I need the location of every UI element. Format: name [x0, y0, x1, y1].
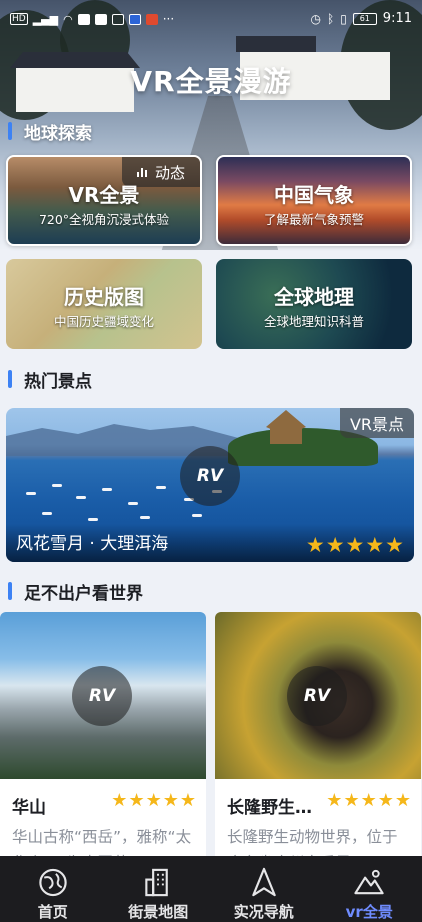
spot-name: 风花雪月 · 大理洱海 — [16, 534, 169, 554]
card-subtitle: 中国历史疆域变化 — [53, 314, 154, 329]
section-header-explore: 地球探索 — [0, 118, 92, 144]
star-icon: ★ — [162, 790, 179, 811]
section-header-hot: 热门景点 — [0, 366, 92, 392]
card-china-weather[interactable]: 中国气象 了解最新气象预警 — [216, 155, 412, 246]
section-title: 热门景点 — [24, 371, 92, 392]
bluetooth-icon: ᛒ — [326, 11, 335, 26]
featured-spot-card[interactable]: VR景点 RV 风花雪月 · 大理洱海 ★ ★ ★ ★ ★ — [6, 408, 414, 562]
star-icon: ★ — [145, 790, 162, 811]
mountain-icon — [354, 869, 384, 895]
star-icon: ★ — [325, 533, 345, 557]
page-title: VR全景漫游 — [130, 65, 292, 98]
vibrate-icon: ▯ — [340, 11, 347, 26]
section-title: 地球探索 — [24, 123, 92, 144]
star-icon: ★ — [365, 533, 385, 557]
destination-card-huashan[interactable]: RV 华山 ★ ★ ★ ★ ★ 华山古称“西岳”，雅称“太华山”，为中国著 — [0, 612, 206, 874]
star-icon: ★ — [326, 790, 343, 811]
tab-label: vr全景 — [345, 903, 393, 921]
rv-play-button[interactable]: RV — [72, 666, 132, 726]
rating-stars: ★ ★ ★ ★ ★ — [111, 792, 196, 810]
rv-play-button[interactable]: RV — [180, 446, 240, 506]
card-subtitle: 720°全视角沉浸式体验 — [38, 212, 170, 227]
tab-label: 实况导航 — [233, 903, 294, 921]
wifi-icon: ◠ — [63, 12, 73, 26]
tab-label: 街景地图 — [128, 903, 189, 921]
card-vr-panorama[interactable]: 动态 VR全景 720°全视角沉浸式体验 — [6, 155, 202, 246]
tab-navigation[interactable]: 实况导航 — [211, 856, 317, 922]
bars-icon — [136, 167, 147, 177]
globe-icon — [39, 868, 67, 897]
card-title: 中国气象 — [274, 183, 354, 207]
tab-home[interactable]: 首页 — [0, 856, 106, 922]
more-icon: ··· — [162, 12, 175, 26]
alarm-icon: ◷ — [310, 11, 321, 26]
star-icon: ★ — [394, 790, 411, 811]
star-icon: ★ — [343, 790, 360, 811]
section-title: 足不出户看世界 — [24, 583, 143, 604]
destination-name: 长隆野生… — [227, 798, 312, 818]
tab-vr-panorama[interactable]: vr全景 — [317, 856, 422, 922]
card-subtitle: 了解最新气象预警 — [263, 212, 364, 227]
gift-icon — [111, 13, 124, 25]
clock: 9:11 — [382, 11, 412, 26]
app-notification-icon — [145, 13, 158, 25]
destination-name: 华山 — [12, 798, 46, 818]
building-icon — [145, 868, 169, 897]
star-icon: ★ — [385, 533, 404, 557]
destination-card-chimelong[interactable]: RV 长隆野生… ★ ★ ★ ★ ★ 长隆野生动物世界，位于广东省广州市番禺 — [215, 612, 421, 874]
mail-icon — [94, 13, 107, 25]
star-icon: ★ — [305, 533, 325, 557]
card-history-map[interactable]: 历史版图 中国历史疆域变化 — [6, 259, 202, 349]
house-roof — [236, 36, 316, 52]
battery-icon: 61 — [352, 12, 377, 25]
navigation-icon — [252, 867, 276, 897]
section-accent-bar — [8, 122, 12, 140]
rating-stars: ★ ★ ★ ★ ★ — [326, 792, 411, 810]
card-global-geography[interactable]: 全球地理 全球地理知识科普 — [216, 259, 412, 349]
mail-icon — [77, 13, 90, 25]
status-bar: HD ▂▄▆ ◠ ··· ◷ ᛒ ▯ 61 9:11 — [0, 0, 422, 38]
app-page: VR全景漫游 HD ▂▄▆ ◠ ··· ◷ ᛒ ▯ 61 9:11 地球探索 动… — [0, 0, 422, 922]
star-icon: ★ — [345, 533, 365, 557]
card-subtitle: 全球地理知识科普 — [263, 314, 364, 329]
card-title: VR全景 — [68, 183, 140, 207]
tab-label: 首页 — [37, 903, 68, 921]
rating-stars: ★ ★ ★ ★ ★ — [306, 535, 404, 556]
section-header-world: 足不出户看世界 — [0, 578, 143, 604]
star-icon: ★ — [360, 790, 377, 811]
star-icon: ★ — [179, 790, 196, 811]
bottom-tab-bar: 首页 街景地图 实况导航 vr全景 — [0, 856, 422, 922]
star-icon: ★ — [111, 790, 128, 811]
card-title: 全球地理 — [274, 285, 354, 309]
pagoda-decoration — [266, 410, 306, 444]
signal-icon: ▂▄▆ — [32, 12, 59, 26]
star-icon: ★ — [128, 790, 145, 811]
section-accent-bar — [8, 370, 12, 388]
section-accent-bar — [8, 582, 12, 600]
tab-street-map[interactable]: 街景地图 — [106, 856, 212, 922]
card-title: 历史版图 — [64, 285, 144, 309]
shield-icon — [128, 13, 141, 25]
hd-icon: HD — [10, 13, 28, 25]
rv-play-button[interactable]: RV — [287, 666, 347, 726]
vr-spot-tag: VR景点 — [340, 408, 414, 438]
star-icon: ★ — [377, 790, 394, 811]
